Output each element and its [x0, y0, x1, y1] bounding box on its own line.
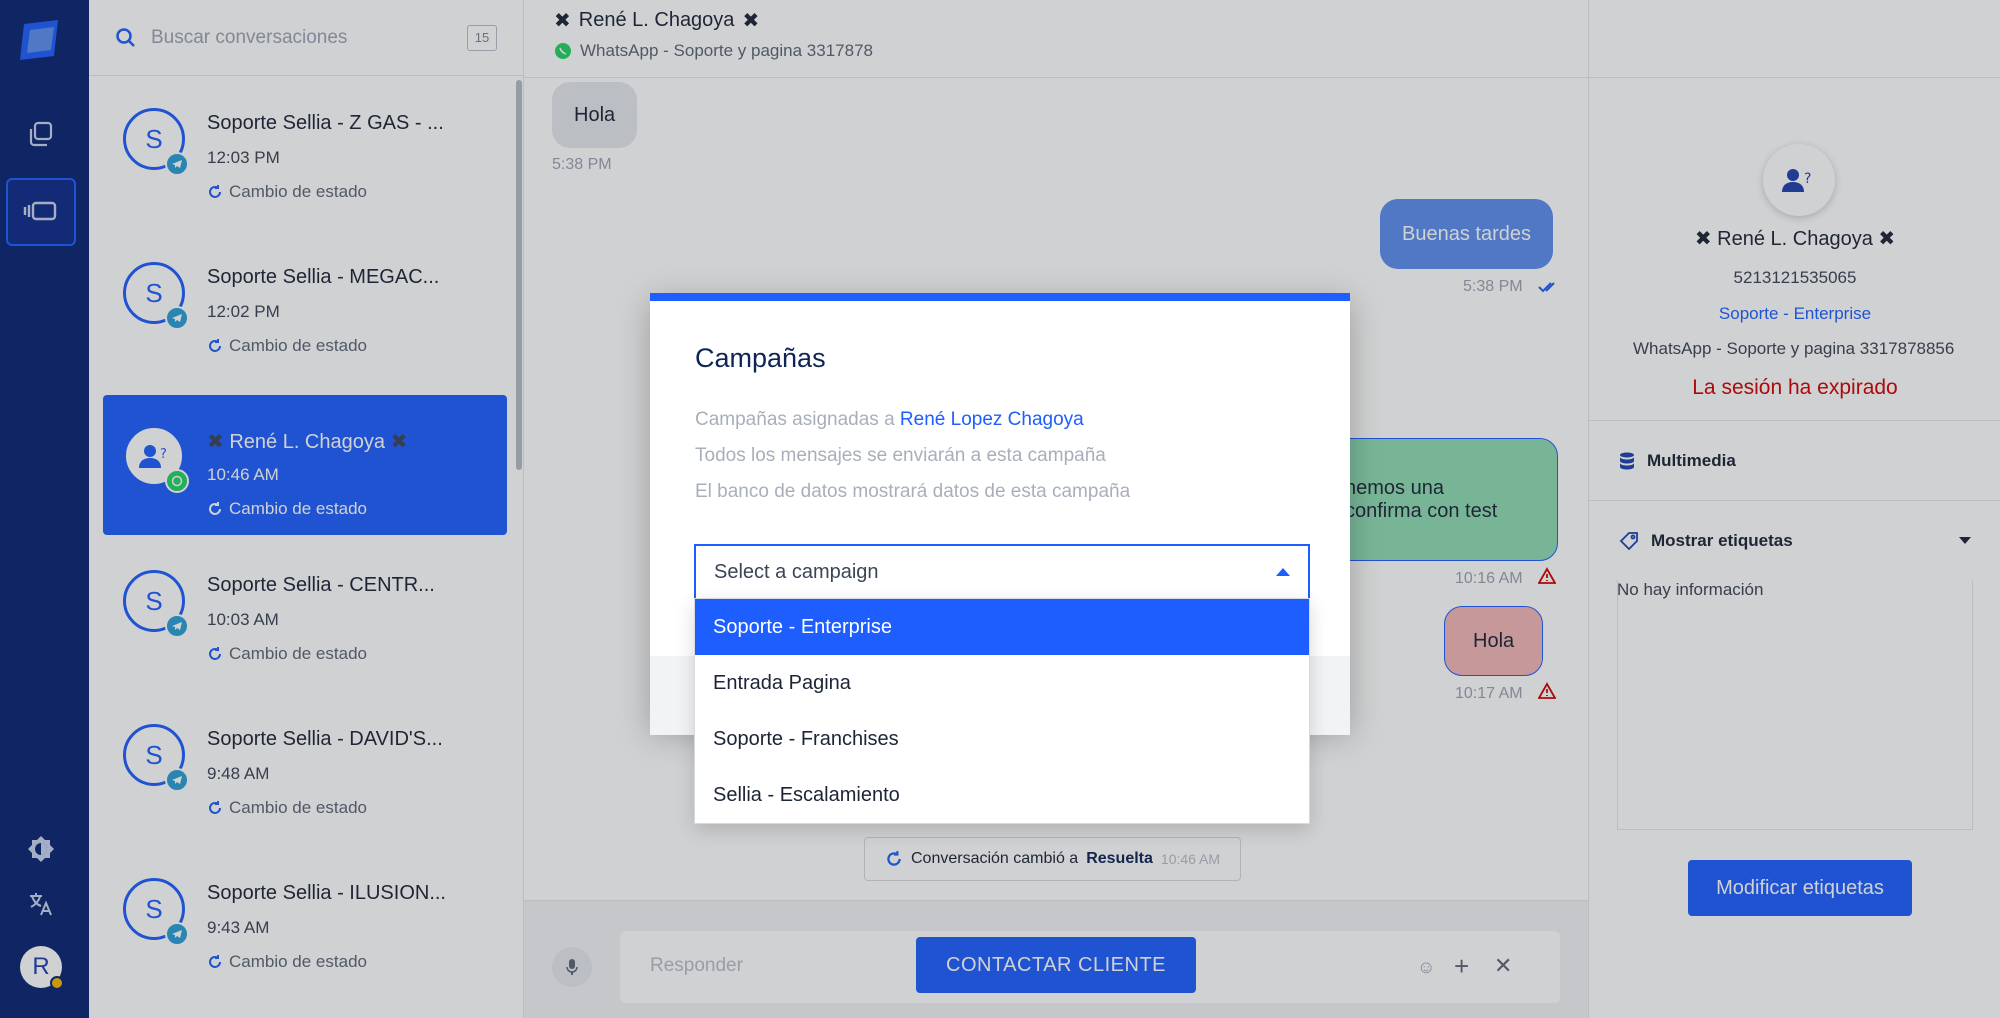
campaign-option[interactable]: Entrada Pagina — [695, 655, 1309, 711]
modal-assigned-prefix: Campañas asignadas a — [695, 409, 895, 430]
campaign-dropdown: Soporte - Enterprise Entrada Pagina Sopo… — [694, 598, 1310, 824]
campaign-option[interactable]: Soporte - Franchises — [695, 711, 1309, 767]
modal-assigned-line: Campañas asignadas a René Lopez Chagoya — [695, 409, 1084, 431]
campaign-option[interactable]: Sellia - Escalamiento — [695, 767, 1309, 823]
campaign-option[interactable]: Soporte - Enterprise — [695, 599, 1309, 655]
caret-up-icon[interactable] — [1276, 568, 1290, 576]
modal-info-line: El banco de datos mostrará datos de esta… — [695, 481, 1131, 502]
modal-title: Campañas — [695, 343, 826, 373]
modal-assigned-name: René Lopez Chagoya — [899, 409, 1084, 430]
campaign-select-placeholder: Select a campaign — [714, 560, 879, 583]
modal-info-line: Todos los mensajes se enviarán a esta ca… — [695, 445, 1106, 466]
campaign-select[interactable]: Select a campaign — [694, 544, 1310, 600]
